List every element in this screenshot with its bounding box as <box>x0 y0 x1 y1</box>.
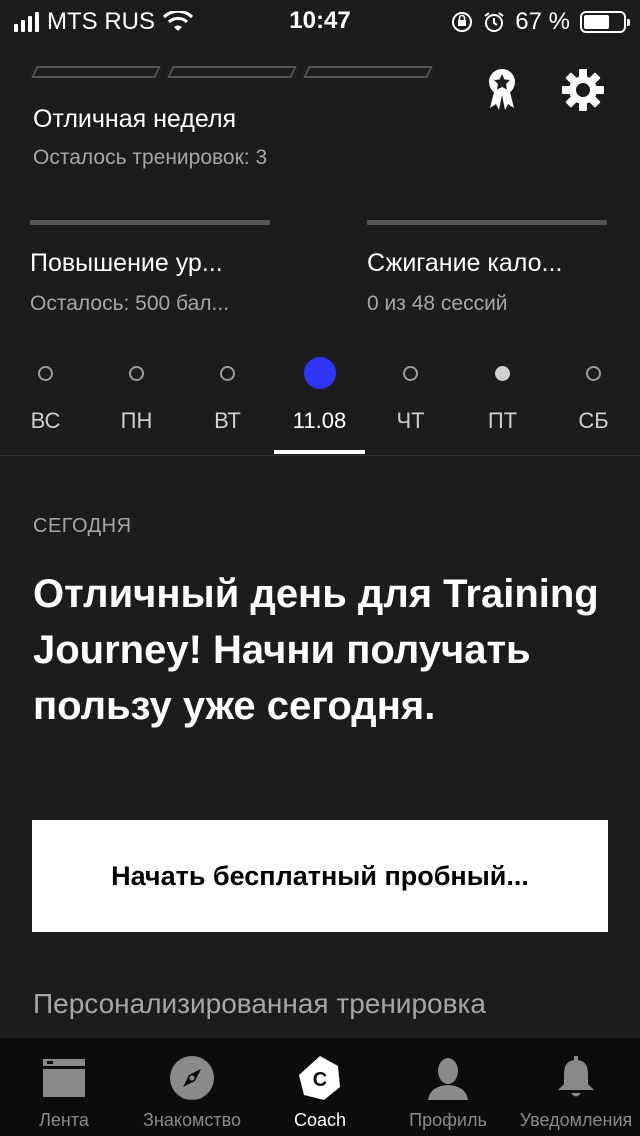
day-friday[interactable]: ПТ <box>457 356 548 456</box>
coach-icon: C <box>299 1056 340 1100</box>
day-label: ВТ <box>214 408 241 433</box>
tab-feed[interactable]: Лента <box>0 1038 128 1136</box>
goal-card-level[interactable]: Повышение ур... Осталось: 500 бал... <box>30 220 270 316</box>
week-subtitle: Осталось тренировок: 3 <box>33 146 268 169</box>
tab-notifications[interactable]: Уведомления <box>512 1038 640 1136</box>
day-dot <box>38 365 53 381</box>
gear-icon[interactable] <box>561 68 605 112</box>
tab-coach[interactable]: C Coach <box>256 1038 384 1136</box>
day-label: СБ <box>578 408 609 433</box>
goal-title: Сжигание кало... <box>367 249 563 277</box>
award-icon[interactable] <box>482 66 522 112</box>
day-dot <box>129 365 144 381</box>
tab-discover[interactable]: Знакомство <box>128 1038 256 1136</box>
tab-label: Coach <box>293 1110 347 1130</box>
day-label: ПТ <box>487 408 518 433</box>
goal-subtitle: Осталось: 500 бал... <box>30 292 230 315</box>
today-label: СЕГОДНЯ <box>33 515 132 537</box>
day-label: 11.08 <box>292 408 347 433</box>
today-headline: Отличный день для Training Journey! Начн… <box>33 572 599 728</box>
day-dot <box>403 365 418 381</box>
svg-text:C: C <box>313 1069 327 1091</box>
tab-label: Лента <box>39 1110 89 1130</box>
selected-day-indicator <box>274 450 365 454</box>
week-progress <box>31 66 433 78</box>
day-saturday[interactable]: СБ <box>548 356 639 456</box>
day-thursday[interactable]: ЧТ <box>365 356 456 456</box>
day-sunday[interactable]: ВС <box>0 356 91 456</box>
goal-subtitle: 0 из 48 сессий <box>367 292 508 315</box>
day-label: ПН <box>120 408 153 433</box>
progress-segment <box>31 66 161 78</box>
day-dot <box>586 365 601 381</box>
battery-label: 67 % <box>515 8 570 35</box>
compass-icon <box>170 1056 214 1100</box>
day-label: ВС <box>30 408 61 433</box>
personal-workout-title: Персонализированная тренировка <box>33 988 486 1019</box>
tab-label: Уведомления <box>519 1110 633 1130</box>
alarm-icon <box>484 12 504 32</box>
tab-label: Профиль <box>409 1110 487 1130</box>
goal-title: Повышение ур... <box>30 249 223 277</box>
orientation-lock-icon <box>452 12 473 32</box>
goal-card-calories[interactable]: Сжигание кало... 0 из 48 сессий <box>367 220 607 316</box>
tab-profile[interactable]: Профиль <box>384 1038 512 1136</box>
tab-bar: Лента Знакомство C Coach Профиль Уведомл… <box>0 1038 640 1136</box>
feed-icon <box>43 1059 85 1097</box>
status-bar: MTS RUS 10:47 67 % <box>0 0 640 40</box>
day-label: ЧТ <box>396 408 425 433</box>
day-monday[interactable]: ПН <box>91 356 182 456</box>
day-dot-active <box>303 357 336 389</box>
goal-progress-bar <box>30 220 270 225</box>
day-dot-filled <box>495 365 510 381</box>
start-trial-button[interactable]: Начать бесплатный пробный... <box>32 820 608 932</box>
week-title: Отличная неделя <box>33 105 237 133</box>
progress-segment <box>303 66 433 78</box>
battery-icon <box>580 11 630 33</box>
bell-icon <box>558 1056 594 1097</box>
day-dot <box>220 365 235 381</box>
day-today[interactable]: 11.08 <box>274 356 365 456</box>
profile-icon <box>428 1058 468 1100</box>
day-tuesday[interactable]: ВТ <box>182 356 273 456</box>
divider <box>0 455 640 456</box>
tab-label: Знакомство <box>143 1110 241 1130</box>
status-right: 67 % <box>451 8 630 36</box>
goal-progress-bar <box>367 220 607 225</box>
progress-segment <box>167 66 297 78</box>
